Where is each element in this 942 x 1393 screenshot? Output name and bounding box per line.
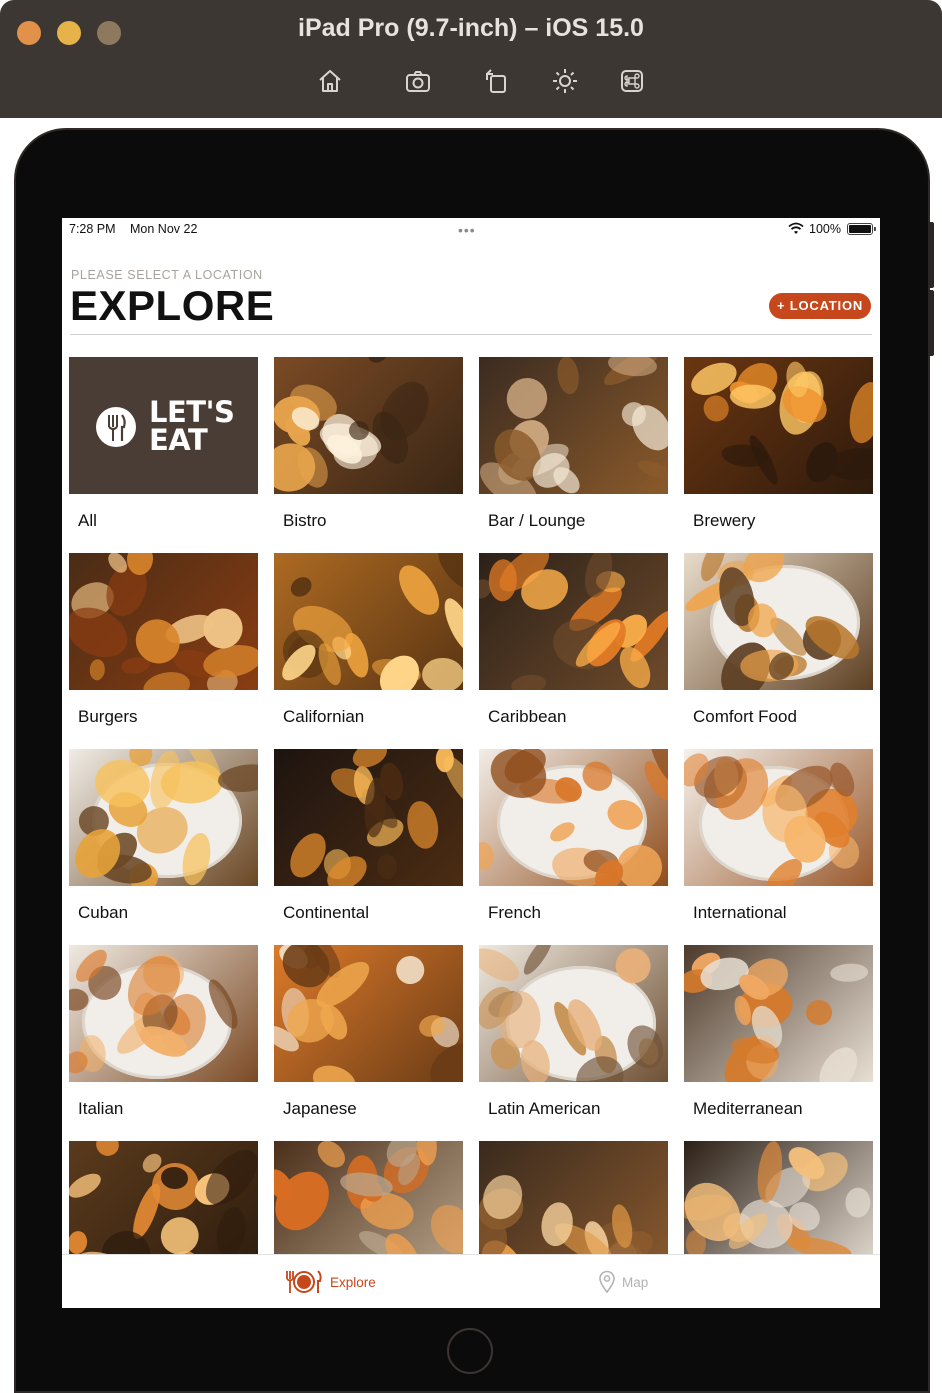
status-date: Mon Nov 22 [130, 222, 198, 236]
category-card-burgers[interactable]: Burgers [69, 553, 258, 743]
category-photo [684, 749, 873, 886]
category-card-bistro[interactable]: Bistro [274, 357, 463, 547]
volume-down-button [928, 290, 934, 356]
category-photo [479, 1141, 668, 1254]
rotate-icon [486, 69, 506, 93]
category-card-bar-lounge[interactable]: Bar / Lounge [479, 357, 668, 547]
appearance-button[interactable] [545, 62, 585, 100]
category-photo [274, 357, 463, 494]
simulator-toolbar [310, 62, 650, 102]
command-button[interactable] [612, 62, 652, 100]
category-photo [274, 1141, 463, 1254]
multitasking-indicator[interactable]: ••• [458, 222, 476, 238]
screenshot-icon [406, 71, 430, 92]
lets-eat-logo: LET'S EAT [69, 357, 258, 494]
screenshot-button[interactable] [398, 62, 438, 100]
dining-icon [286, 1270, 322, 1293]
category-photo [479, 945, 668, 1082]
category-photo [69, 553, 258, 690]
category-photo [274, 749, 463, 886]
status-bar: 7:28 PM Mon Nov 22 ••• 100% [62, 218, 880, 240]
tab-explore-label: Explore [330, 1274, 376, 1290]
category-label: Bistro [283, 511, 327, 530]
category-label: Caribbean [488, 707, 567, 726]
category-grid: LET'S EAT All Bistro Bar / Lounge Brewery Burg… [69, 357, 873, 1254]
rotate-button[interactable] [476, 62, 516, 100]
simulator-title-bar: iPad Pro (9.7-inch) – iOS 15.0 [0, 0, 942, 118]
category-photo [684, 553, 873, 690]
category-photo [684, 1141, 873, 1254]
category-card-item-17[interactable] [69, 1141, 258, 1254]
volume-up-button [928, 222, 934, 288]
category-label: Comfort Food [693, 707, 797, 726]
command-icon [621, 70, 643, 92]
tab-map-label: Map [622, 1274, 649, 1290]
category-label: French [488, 903, 541, 922]
simulator-title: iPad Pro (9.7-inch) – iOS 15.0 [298, 14, 644, 42]
map-pin-icon [599, 1270, 615, 1294]
tab-explore[interactable]: Explore [284, 1265, 384, 1299]
wifi-icon [788, 222, 804, 234]
home-icon [319, 70, 341, 92]
category-label: Latin American [488, 1099, 601, 1118]
category-card-comfort-food[interactable]: Comfort Food [684, 553, 873, 743]
logo-text-line2: EAT [149, 423, 208, 457]
category-card-item-20[interactable] [684, 1141, 873, 1254]
category-photo [274, 945, 463, 1082]
category-card-japanese[interactable]: Japanese [274, 945, 463, 1135]
category-label: Japanese [283, 1099, 357, 1118]
category-photo [69, 1141, 258, 1254]
appearance-icon [553, 69, 577, 93]
category-label: Italian [78, 1099, 124, 1118]
page-title: EXPLORE [70, 282, 275, 329]
category-card-item-19[interactable] [479, 1141, 668, 1254]
category-label: Continental [283, 903, 370, 922]
category-card-item-18[interactable] [274, 1141, 463, 1254]
category-card-all[interactable]: LET'S EAT All [69, 357, 258, 547]
category-photo [274, 553, 463, 690]
tab-map[interactable]: Map [598, 1265, 678, 1299]
category-card-mediterranean[interactable]: Mediterranean [684, 945, 873, 1135]
category-card-latin-american[interactable]: Latin American [479, 945, 668, 1135]
category-label: International [693, 903, 787, 922]
category-photo [69, 749, 258, 886]
category-label: Cuban [78, 903, 129, 922]
category-label: Bar / Lounge [488, 511, 586, 530]
category-label: Brewery [693, 511, 756, 530]
category-card-international[interactable]: International [684, 749, 873, 939]
status-time: 7:28 PM [69, 222, 116, 236]
location-prompt: PLEASE SELECT A LOCATION [71, 268, 263, 282]
ipad-screen: 7:28 PM Mon Nov 22 ••• 100% PLEASE SELEC… [62, 218, 880, 1308]
category-label: All [78, 511, 97, 530]
category-photo [69, 945, 258, 1082]
device-home-button[interactable] [447, 1328, 493, 1374]
add-location-button[interactable]: + LOCATION [769, 293, 871, 319]
category-photo [479, 553, 668, 690]
simulator-window: iPad Pro (9.7-inch) – iOS 15.0 7:28 PM M… [0, 0, 942, 1393]
category-card-french[interactable]: French [479, 749, 668, 939]
category-photo [479, 749, 668, 886]
category-card-cuban[interactable]: Cuban [69, 749, 258, 939]
category-card-caribbean[interactable]: Caribbean [479, 553, 668, 743]
category-label: Californian [283, 707, 365, 726]
battery-percentage: 100% [809, 222, 841, 236]
category-photo [684, 357, 873, 494]
tab-bar: Explore Map [62, 1254, 880, 1308]
category-label: Burgers [78, 707, 138, 726]
category-card-brewery[interactable]: Brewery [684, 357, 873, 547]
category-card-italian[interactable]: Italian [69, 945, 258, 1135]
category-card-californian[interactable]: Californian [274, 553, 463, 743]
category-label: Mediterranean [693, 1099, 803, 1118]
category-card-continental[interactable]: Continental [274, 749, 463, 939]
battery-icon [847, 223, 873, 235]
category-photo [684, 945, 873, 1082]
header-divider [70, 334, 872, 335]
category-photo [479, 357, 668, 494]
home-button[interactable] [310, 62, 350, 100]
